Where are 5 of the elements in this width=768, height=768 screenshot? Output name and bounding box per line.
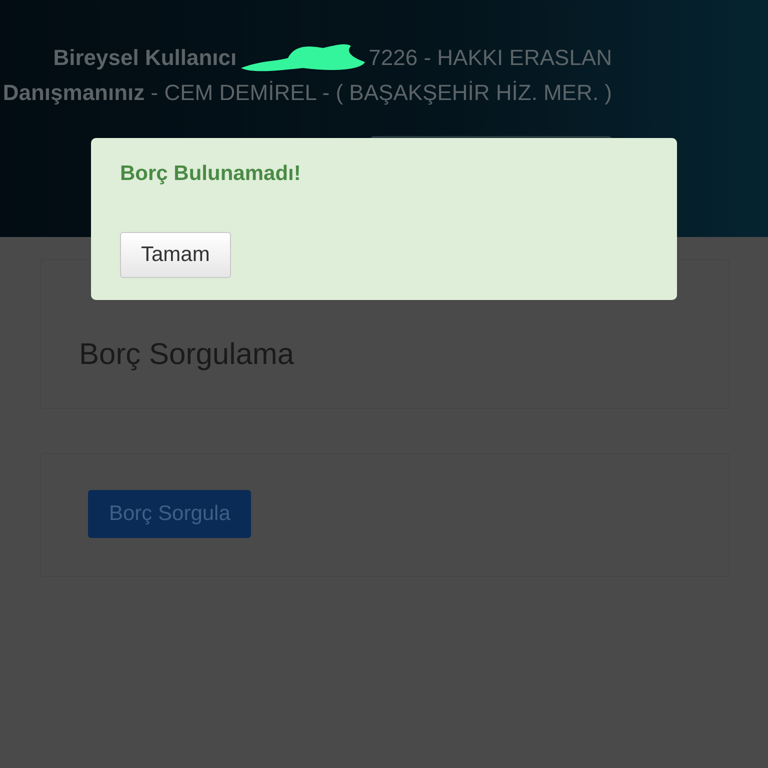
advisor-text: Danışmanınız - CEM DEMİREL - ( BAŞAKŞEHİR HİZ. MER. ) bbox=[2, 80, 612, 106]
alert-message: Borç Bulunamadı! bbox=[120, 162, 302, 186]
user-label: Bireysel Kullanıcı bbox=[53, 45, 237, 71]
user-value: 7226 - HAKKI ERASLAN bbox=[368, 45, 612, 71]
ok-button[interactable]: Tamam bbox=[120, 232, 231, 278]
